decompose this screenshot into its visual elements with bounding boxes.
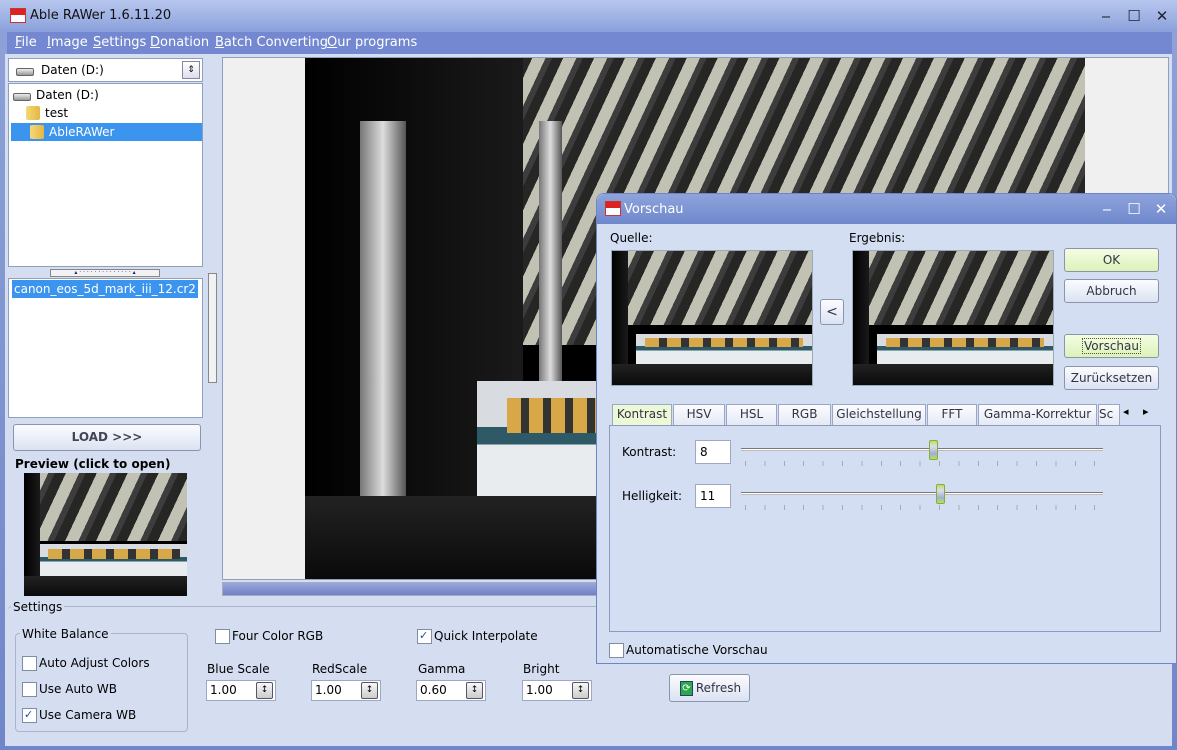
- title-bar: Able RAWer 1.6.11.20 ‒ ☐ ✕: [0, 0, 1177, 32]
- dialog-maximize-button[interactable]: ☐: [1122, 199, 1146, 219]
- cancel-button[interactable]: Abbruch: [1064, 279, 1159, 303]
- tab-hsl[interactable]: HSL: [726, 404, 777, 425]
- red-scale-label: RedScale: [312, 662, 368, 676]
- refresh-icon: ⟳: [680, 681, 693, 696]
- load-button[interactable]: LOAD >>>: [13, 424, 201, 451]
- bright-label: Bright: [523, 662, 560, 676]
- helligkeit-slider-track[interactable]: [741, 492, 1103, 495]
- tree-item-ablerawer[interactable]: AbleRAWer: [11, 123, 202, 141]
- tab-scroll-right-icon[interactable]: ▸: [1143, 405, 1149, 418]
- reset-button[interactable]: Zurücksetzen: [1064, 366, 1159, 390]
- tab-fft[interactable]: FFT: [927, 404, 977, 425]
- tab-gleichstellung[interactable]: Gleichstellung: [832, 404, 926, 425]
- menu-settings[interactable]: Settings: [93, 35, 146, 50]
- tab-gamma-korrektur[interactable]: Gamma-Korrektur: [978, 404, 1097, 425]
- ok-button[interactable]: OK: [1064, 248, 1159, 272]
- folder-tree[interactable]: Daten (D:) test AbleRAWer: [8, 83, 203, 267]
- tree-item-drive[interactable]: Daten (D:): [11, 86, 201, 104]
- menu-our-programs[interactable]: Our programs: [327, 35, 417, 50]
- kontrast-slider-thumb[interactable]: [928, 440, 938, 460]
- file-list-item[interactable]: canon_eos_5d_mark_iii_12.cr2: [12, 280, 198, 298]
- auto-preview-checkbox[interactable]: Automatische Vorschau: [609, 643, 768, 659]
- file-list[interactable]: canon_eos_5d_mark_iii_12.cr2: [8, 278, 203, 418]
- kontrast-input[interactable]: 8: [695, 440, 731, 464]
- close-button[interactable]: ✕: [1150, 6, 1174, 26]
- menu-image[interactable]: Image: [47, 35, 88, 50]
- spin-updown-icon[interactable]: ↕: [572, 682, 589, 699]
- helligkeit-slider-thumb[interactable]: [936, 484, 946, 504]
- preview-thumbnail[interactable]: [24, 473, 187, 596]
- drive-select[interactable]: Daten (D:) ⇕: [8, 58, 203, 82]
- source-label: Quelle:: [610, 231, 653, 245]
- menu-donation[interactable]: Donation: [150, 35, 209, 50]
- spin-updown-icon[interactable]: ↕: [361, 682, 378, 699]
- kontrast-tab-page: [609, 425, 1161, 632]
- folder-icon: [30, 125, 44, 139]
- menu-batch-converting[interactable]: Batch Converting: [215, 35, 328, 50]
- red-scale-input[interactable]: 1.00 ↕: [311, 680, 381, 701]
- result-image: [852, 250, 1054, 386]
- four-color-rgb-checkbox[interactable]: Four Color RGB: [215, 629, 323, 645]
- drive-select-value: Daten (D:): [41, 63, 104, 77]
- tab-rgb[interactable]: RGB: [778, 404, 831, 425]
- main-window: Able RAWer 1.6.11.20 ‒ ☐ ✕ File Image Se…: [0, 0, 1177, 750]
- gamma-input[interactable]: 0.60 ↕: [416, 680, 486, 701]
- gamma-label: Gamma: [418, 662, 466, 676]
- auto-adjust-colors-checkbox[interactable]: Auto Adjust Colors: [22, 656, 150, 672]
- tab-sc[interactable]: Sc: [1098, 404, 1120, 425]
- maximize-button[interactable]: ☐: [1122, 6, 1146, 26]
- spin-updown-icon[interactable]: ↕: [466, 682, 483, 699]
- drive-icon: [16, 68, 34, 76]
- app-icon: [10, 8, 26, 23]
- tab-scroll-left-icon[interactable]: ◂: [1123, 405, 1129, 418]
- window-title: Able RAWer 1.6.11.20: [30, 8, 172, 23]
- folder-icon: [26, 106, 40, 120]
- dialog-title: Vorschau: [624, 202, 684, 217]
- helligkeit-input[interactable]: 11: [695, 484, 731, 508]
- blue-scale-input[interactable]: 1.00 ↕: [206, 680, 276, 701]
- source-image: [611, 250, 813, 386]
- dialog-close-button[interactable]: ✕: [1149, 199, 1173, 219]
- tab-hsv[interactable]: HSV: [673, 404, 725, 425]
- minimize-button[interactable]: ‒: [1094, 6, 1118, 26]
- quick-interpolate-checkbox[interactable]: Quick Interpolate: [417, 629, 538, 645]
- bright-input[interactable]: 1.00 ↕: [522, 680, 592, 701]
- use-camera-wb-checkbox[interactable]: Use Camera WB: [22, 708, 136, 724]
- chevron-updown-icon[interactable]: ⇕: [182, 61, 200, 79]
- menu-bar: File Image Settings Donation Batch Conve…: [7, 32, 1172, 54]
- dialog-minimize-button[interactable]: ‒: [1095, 199, 1119, 219]
- vertical-splitter-handle[interactable]: [208, 273, 217, 383]
- horizontal-splitter-handle[interactable]: ▴ · · · · · · · · · · · · · · ▴: [50, 269, 160, 277]
- kontrast-label: Kontrast:: [622, 445, 677, 459]
- preview-label: Preview (click to open): [15, 457, 171, 471]
- helligkeit-label: Helligkeit:: [622, 489, 683, 503]
- app-icon: [605, 201, 621, 216]
- result-label: Ergebnis:: [849, 231, 906, 245]
- settings-group-label: Settings: [11, 600, 65, 614]
- helligkeit-slider-ticks: [745, 505, 1103, 510]
- kontrast-slider-track[interactable]: [741, 448, 1103, 451]
- preview-button[interactable]: Vorschau: [1064, 334, 1159, 358]
- copy-to-source-button[interactable]: <: [820, 299, 844, 325]
- use-auto-wb-checkbox[interactable]: Use Auto WB: [22, 682, 117, 698]
- horizontal-scrollbar[interactable]: [222, 582, 597, 596]
- spin-updown-icon[interactable]: ↕: [256, 682, 273, 699]
- dialog-title-bar: Vorschau ‒ ☐ ✕: [597, 194, 1176, 224]
- menu-file[interactable]: File: [15, 35, 37, 50]
- drive-icon: [13, 93, 31, 101]
- refresh-button[interactable]: ⟳ Refresh: [669, 674, 750, 702]
- kontrast-slider-ticks: [745, 461, 1103, 466]
- blue-scale-label: Blue Scale: [207, 662, 270, 676]
- tab-kontrast[interactable]: Kontrast: [612, 404, 672, 425]
- white-balance-label: White Balance: [20, 627, 111, 641]
- tree-item-test[interactable]: test: [11, 104, 201, 122]
